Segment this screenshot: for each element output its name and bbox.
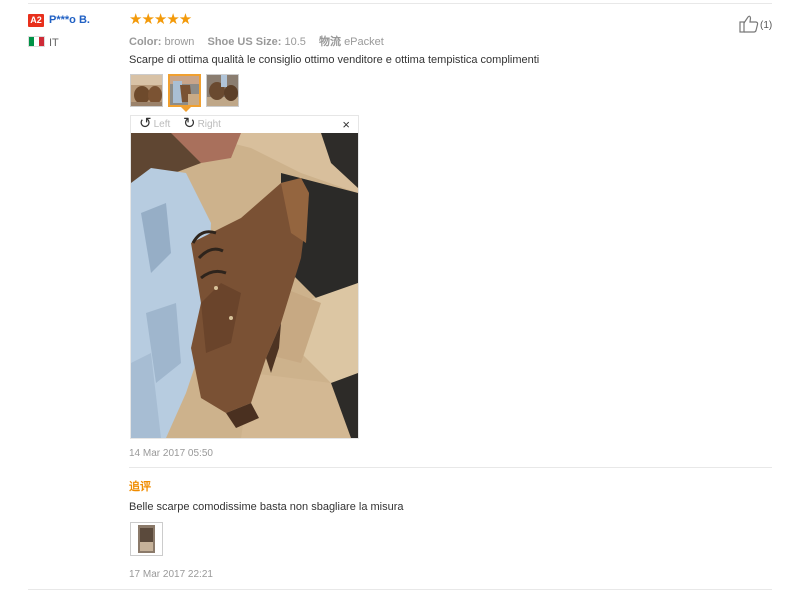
reviewer-name[interactable]: P***o B. xyxy=(49,14,90,26)
review-photo-thumbnail-selected[interactable] xyxy=(168,74,201,107)
color-attr-value: brown xyxy=(164,36,195,48)
color-attr-label: Color: xyxy=(129,36,162,48)
thumbs-up-icon xyxy=(739,15,759,36)
helpful-like-button[interactable]: (1) xyxy=(739,15,772,36)
top-divider xyxy=(28,3,772,4)
selected-thumbnail-pointer xyxy=(181,107,191,112)
rotate-right-button[interactable]: ↻ Right xyxy=(183,115,221,132)
reviewer-level-badge: A2 xyxy=(28,14,44,27)
photo-viewer: ↺ Left ↻ Right × xyxy=(130,115,359,439)
review-attributes: Color: brown Shoe US Size: 10.5 物流 ePack… xyxy=(129,33,394,49)
close-icon[interactable]: × xyxy=(342,117,350,133)
italy-flag-icon xyxy=(28,36,45,47)
star-rating: ★★★★★ xyxy=(129,11,192,28)
followup-date: 17 Mar 2017 22:21 xyxy=(129,569,213,580)
bottom-divider xyxy=(28,589,772,590)
review-text: Scarpe di ottima qualità le consiglio ot… xyxy=(129,54,540,66)
photo-viewer-toolbar: ↺ Left ↻ Right × xyxy=(131,116,358,133)
shipping-attr-label: 物流 xyxy=(319,36,341,48)
review-photo-large xyxy=(131,133,358,438)
rotate-right-icon: ↻ xyxy=(183,115,196,132)
shipping-attr-value: ePacket xyxy=(344,36,384,48)
rotate-left-button[interactable]: ↺ Left xyxy=(139,115,171,132)
size-attr-value: 10.5 xyxy=(284,36,306,48)
followup-divider xyxy=(129,467,772,468)
rotate-left-label: Left xyxy=(153,118,171,130)
followup-photo-thumbnail[interactable] xyxy=(130,522,163,556)
review-photo-thumbnail[interactable] xyxy=(130,74,163,107)
followup-text: Belle scarpe comodissime basta non sbagl… xyxy=(129,501,404,513)
rotate-right-label: Right xyxy=(197,118,221,130)
reviewer-country: IT xyxy=(49,37,59,49)
size-attr-label: Shoe US Size: xyxy=(207,36,282,48)
review-photo-thumbnail[interactable] xyxy=(206,74,239,107)
followup-title: 追评 xyxy=(129,481,151,493)
rotate-left-icon: ↺ xyxy=(139,115,152,132)
review-date: 14 Mar 2017 05:50 xyxy=(129,448,213,459)
like-count: (1) xyxy=(760,20,773,31)
